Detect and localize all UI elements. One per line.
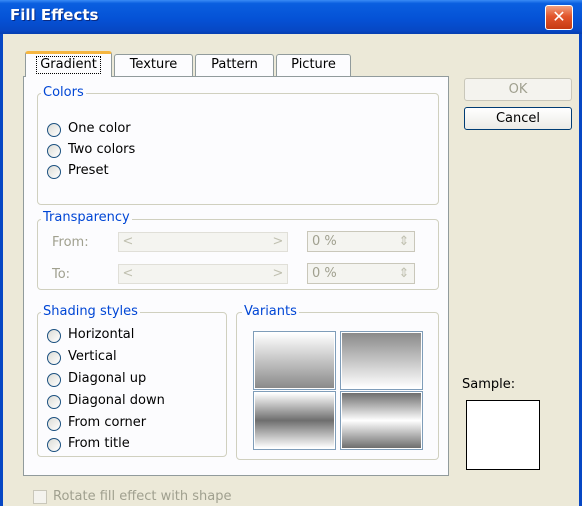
from-slider-right-arrow[interactable]: > [269, 233, 287, 251]
from-slider-left-arrow[interactable]: < [119, 233, 137, 251]
window-frame-left [0, 34, 3, 506]
radio-diagonal-up[interactable] [47, 373, 61, 387]
label-from-corner[interactable]: From corner [68, 415, 146, 430]
rotate-fill-label[interactable]: Rotate fill effect with shape [53, 489, 232, 504]
to-slider-right-arrow[interactable]: > [269, 265, 287, 283]
gradient-tab-panel: Colors One color Two colors Preset Trans… [23, 76, 449, 476]
label-two-colors[interactable]: Two colors [68, 142, 135, 157]
radio-one-color[interactable] [47, 123, 61, 137]
label-from-title[interactable]: From title [68, 436, 130, 451]
to-spin-icon[interactable]: ⇕ [395, 265, 413, 283]
radio-from-corner[interactable] [47, 417, 61, 431]
variants-legend: Variants [242, 304, 299, 319]
from-label: From: [52, 235, 89, 250]
from-slider[interactable] [118, 232, 288, 252]
to-slider[interactable] [118, 264, 288, 284]
to-label: To: [52, 267, 71, 282]
label-horizontal[interactable]: Horizontal [68, 327, 134, 342]
tab-texture[interactable]: Texture [114, 54, 193, 76]
transparency-legend: Transparency [41, 210, 132, 225]
cancel-button[interactable]: Cancel [464, 107, 572, 130]
label-one-color[interactable]: One color [68, 121, 131, 136]
label-diagonal-down[interactable]: Diagonal down [68, 393, 165, 408]
radio-preset[interactable] [47, 165, 61, 179]
shading-styles-legend: Shading styles [41, 304, 140, 319]
sample-label: Sample: [462, 377, 516, 392]
variant-swatch-2[interactable] [340, 331, 423, 390]
radio-from-title[interactable] [47, 438, 61, 452]
rotate-fill-checkbox[interactable] [33, 490, 47, 504]
from-spin-icon[interactable]: ⇕ [395, 233, 413, 251]
tab-picture-label: Picture [291, 57, 336, 72]
label-preset[interactable]: Preset [68, 163, 109, 178]
label-diagonal-up[interactable]: Diagonal up [68, 371, 146, 386]
variant-swatch-4[interactable] [340, 391, 423, 450]
colors-legend: Colors [41, 85, 86, 100]
tab-pattern[interactable]: Pattern [195, 54, 274, 76]
tab-texture-label: Texture [129, 57, 178, 72]
variant-swatch-1[interactable] [253, 331, 336, 390]
radio-diagonal-down[interactable] [47, 395, 61, 409]
radio-horizontal[interactable] [47, 329, 61, 343]
window-title: Fill Effects [10, 6, 99, 24]
sample-preview [466, 400, 540, 470]
tab-gradient[interactable]: Gradient [25, 51, 112, 77]
from-value: 0 % [312, 234, 337, 249]
tab-gradient-label: Gradient [36, 56, 101, 74]
to-slider-left-arrow[interactable]: < [119, 265, 137, 283]
radio-two-colors[interactable] [47, 144, 61, 158]
tab-picture[interactable]: Picture [276, 54, 351, 76]
ok-button[interactable]: OK [464, 78, 572, 101]
close-button[interactable]: ✕ [545, 5, 573, 30]
variant-swatch-3[interactable] [253, 391, 336, 450]
to-value: 0 % [312, 266, 337, 281]
tab-pattern-label: Pattern [211, 57, 258, 72]
radio-vertical[interactable] [47, 351, 61, 365]
label-vertical[interactable]: Vertical [68, 349, 117, 364]
